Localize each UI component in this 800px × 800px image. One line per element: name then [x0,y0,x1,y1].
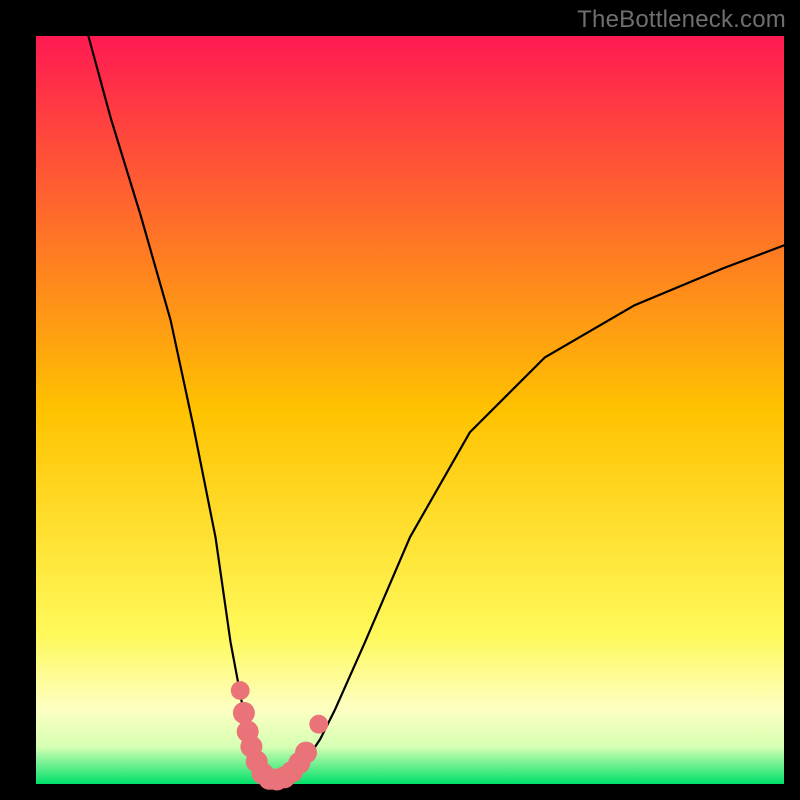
chart-canvas [0,0,800,800]
chart-frame: TheBottleneck.com [0,0,800,800]
highlight-dot [231,681,250,700]
highlight-dot [309,715,328,734]
highlight-dot [233,702,255,724]
highlight-dot [295,742,317,764]
plot-background [36,36,784,784]
watermark: TheBottleneck.com [577,6,786,34]
